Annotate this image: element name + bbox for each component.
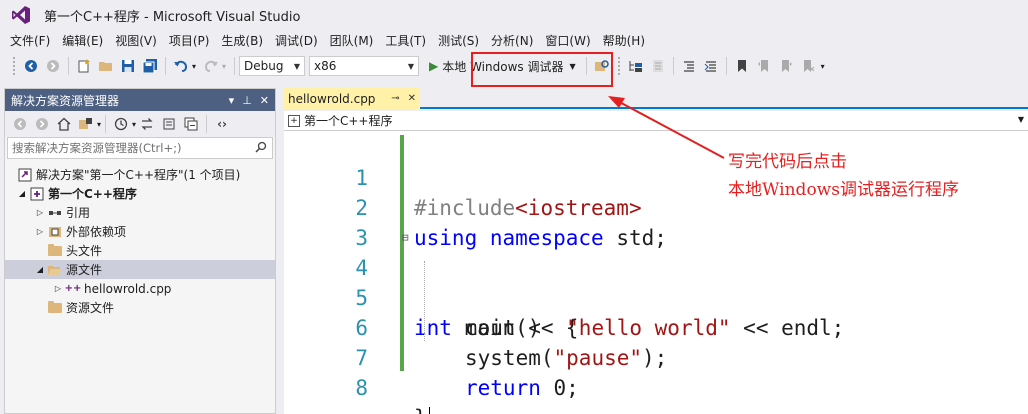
annotation-line-1: 写完代码后点击 [728,152,847,172]
annotation-text: 写完代码后点击 本地Windows调试器运行程序 [728,148,959,204]
annotation-arrow [608,96,725,159]
annotation-line-2: 本地Windows调试器运行程序 [728,180,959,200]
